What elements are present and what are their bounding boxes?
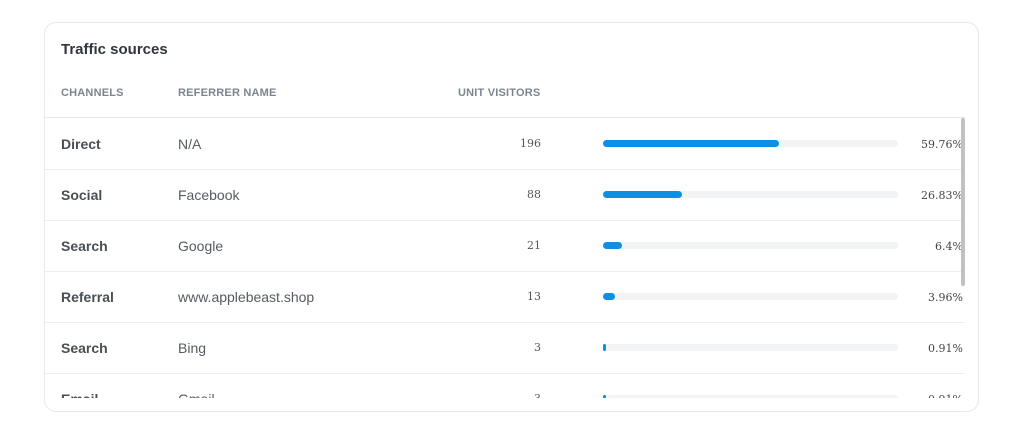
share-bar-track — [603, 242, 898, 249]
share-bar-fill — [603, 242, 622, 249]
visitors-cell: 88 — [527, 188, 541, 201]
referrer-cell: Gmail — [178, 391, 215, 398]
share-bar-track — [603, 344, 898, 351]
visitors-cell: 196 — [520, 137, 541, 150]
percent-cell: 0.91% — [905, 393, 963, 398]
card-title: Traffic sources — [61, 41, 168, 58]
visitors-cell: 21 — [527, 239, 541, 252]
share-bar-track — [603, 140, 898, 147]
table-row[interactable]: Referral www.applebeast.shop 13 3.96% — [45, 271, 965, 323]
referrer-cell: N/A — [178, 136, 202, 152]
visitors-cell: 3 — [534, 341, 541, 354]
share-bar-fill — [603, 293, 615, 300]
percent-cell: 3.96% — [928, 291, 963, 304]
channel-cell: Social — [61, 187, 103, 203]
table-row[interactable]: Social Facebook 88 26.83% — [45, 169, 965, 221]
table-header: CHANNELS REFERRER NAME UNIT VISITORS — [45, 87, 965, 118]
share-bar-track — [603, 191, 898, 198]
share-bar-track — [603, 395, 898, 398]
channel-cell: Search — [61, 238, 108, 254]
header-referrer-name: REFERRER NAME — [178, 87, 277, 99]
share-bar-track — [603, 293, 898, 300]
share-bar-fill — [603, 344, 606, 351]
percent-cell: 6.4% — [935, 240, 963, 253]
visitors-cell: 3 — [485, 392, 541, 398]
channel-cell: Email — [61, 391, 98, 398]
table-row[interactable]: Search Google 21 6.4% — [45, 220, 965, 272]
share-bar-fill — [603, 395, 606, 398]
table-row[interactable]: Direct N/A 196 59.76% — [45, 118, 965, 170]
scrollbar-thumb[interactable] — [961, 118, 965, 286]
traffic-sources-card: Traffic sources CHANNELS REFERRER NAME U… — [44, 22, 979, 412]
share-bar-fill — [603, 140, 780, 147]
percent-cell: 59.76% — [921, 138, 963, 151]
table-row[interactable]: Search Bing 3 0.91% — [45, 322, 965, 374]
referrer-cell: Facebook — [178, 187, 240, 203]
share-bar-fill — [603, 191, 683, 198]
referrer-cell: Google — [178, 238, 224, 254]
table-body[interactable]: Direct N/A 196 59.76% Social Facebook 88 26.83%… — [45, 118, 965, 398]
channel-cell: Referral — [61, 289, 114, 305]
percent-cell: 26.83% — [921, 189, 963, 202]
referrer-cell: www.applebeast.shop — [178, 289, 315, 305]
referrer-cell: Bing — [178, 340, 207, 356]
percent-cell: 0.91% — [928, 342, 963, 355]
header-channels: CHANNELS — [61, 87, 124, 99]
table-row[interactable]: Email Gmail 3 0.91% — [45, 373, 965, 398]
visitors-cell: 13 — [527, 290, 541, 303]
channel-cell: Search — [61, 340, 108, 356]
channel-cell: Direct — [61, 136, 101, 152]
header-unit-visitors: UNIT VISITORS — [458, 87, 541, 99]
